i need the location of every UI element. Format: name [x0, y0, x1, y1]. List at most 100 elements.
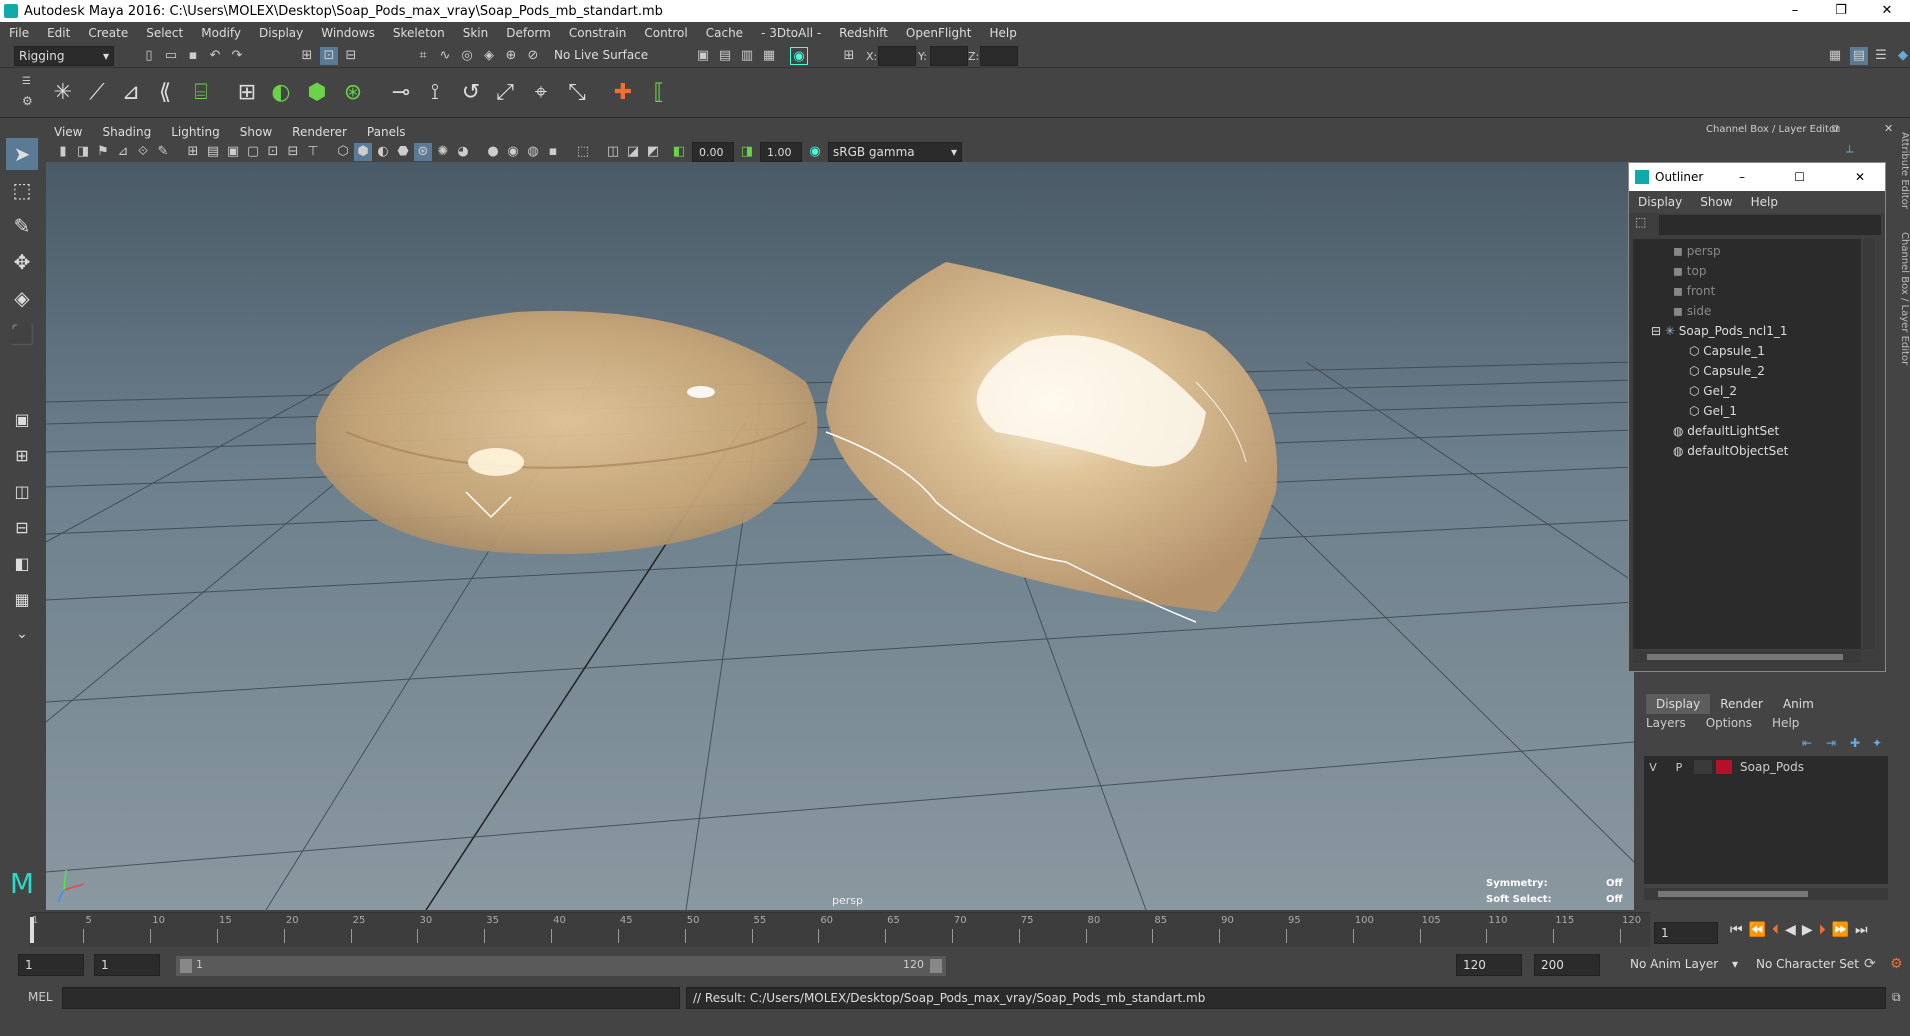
- outliner-hscroll-thumb[interactable]: [1647, 654, 1843, 660]
- locator-icon[interactable]: ✚: [608, 78, 638, 108]
- mirror-joint-icon[interactable]: ⟪: [150, 78, 180, 108]
- time-slider-track[interactable]: [30, 913, 1650, 947]
- snap-point-icon[interactable]: ◎: [458, 47, 476, 65]
- move-layer-down-icon[interactable]: ⇥: [1826, 736, 1836, 750]
- menu-openflight[interactable]: OpenFlight: [897, 26, 981, 40]
- soap-pod-left[interactable]: [316, 310, 818, 554]
- layer-name[interactable]: Soap_Pods: [1740, 760, 1804, 774]
- bookmark-icon[interactable]: ⚑: [94, 143, 112, 161]
- outliner-item-front[interactable]: ◼ front: [1673, 281, 1715, 301]
- outliner-minimize-button[interactable]: –: [1739, 170, 1745, 184]
- channel-box-toggle-icon[interactable]: ▤: [1850, 47, 1868, 65]
- image-plane-icon[interactable]: ⊿: [114, 143, 132, 161]
- current-time-marker[interactable]: [30, 917, 34, 943]
- new-scene-icon[interactable]: ▯: [140, 47, 158, 65]
- anim-prefs-icon[interactable]: ⚙: [1890, 956, 1903, 972]
- move-layer-up-icon[interactable]: ⇤: [1802, 736, 1812, 750]
- persp-outliner-icon[interactable]: ◧: [6, 548, 38, 580]
- layer-menu-help[interactable]: Help: [1772, 716, 1799, 730]
- layer-visibility-toggle[interactable]: V: [1644, 761, 1662, 774]
- film-gate-icon[interactable]: ▤: [204, 143, 222, 161]
- end-time-field[interactable]: 120: [1456, 954, 1522, 976]
- isolate-select-icon[interactable]: ⬚: [574, 143, 592, 161]
- outliner-hscrollbar[interactable]: [1633, 651, 1861, 663]
- y-field[interactable]: [930, 46, 968, 66]
- open-scene-icon[interactable]: ▭: [162, 47, 180, 65]
- menu-control[interactable]: Control: [635, 26, 696, 40]
- hypershade-layout-icon[interactable]: ▦: [6, 584, 38, 616]
- vp-menu-show[interactable]: Show: [230, 125, 282, 139]
- save-scene-icon[interactable]: ▪: [184, 47, 202, 65]
- persp-graph-icon[interactable]: ⊟: [6, 512, 38, 544]
- safe-title-icon[interactable]: ⊤: [304, 143, 322, 161]
- create-joint-icon[interactable]: ✳: [48, 78, 78, 108]
- outliner-filter-icon[interactable]: ⬚: [1635, 215, 1646, 229]
- step-forward-key-icon[interactable]: ⏵: [1819, 922, 1826, 938]
- outliner-search-input[interactable]: [1659, 215, 1881, 235]
- pole-vector-icon[interactable]: ⤡: [562, 78, 592, 108]
- start-time-field[interactable]: 1: [18, 954, 84, 976]
- four-view-icon[interactable]: ⊞: [6, 440, 38, 472]
- soap-pod-right[interactable]: [825, 262, 1278, 623]
- smooth-shade-icon[interactable]: ⬢: [354, 143, 372, 161]
- step-forward-icon[interactable]: ⏩: [1832, 922, 1849, 938]
- shelf-menu-icon[interactable]: ☰: [22, 76, 31, 87]
- vp-menu-renderer[interactable]: Renderer: [282, 125, 357, 139]
- menu-select[interactable]: Select: [137, 26, 192, 40]
- play-backward-icon[interactable]: ◀: [1785, 922, 1796, 938]
- vp-menu-view[interactable]: View: [44, 125, 92, 139]
- outliner-item-default-object-set[interactable]: ◍ defaultObjectSet: [1673, 441, 1788, 461]
- scale-constraint-icon[interactable]: ⤢: [490, 78, 520, 108]
- side-tab-attribute-editor[interactable]: Attribute Editor: [1899, 132, 1910, 209]
- go-to-end-icon[interactable]: ⏭: [1855, 922, 1868, 938]
- dof-icon[interactable]: ▪: [544, 143, 562, 161]
- parent-constraint-icon[interactable]: ⌖: [526, 78, 556, 108]
- outliner-item-capsule-2[interactable]: ⬡ Capsule_2: [1689, 361, 1765, 381]
- lasso-tool-icon[interactable]: ⬚: [6, 174, 38, 206]
- layer-color-swatch[interactable]: [1716, 760, 1732, 774]
- range-end-handle[interactable]: [930, 959, 942, 973]
- field-chart-icon[interactable]: ⊡: [264, 143, 282, 161]
- z-field[interactable]: [980, 46, 1018, 66]
- xray-icon[interactable]: ◫: [604, 143, 622, 161]
- select-hierarchy-icon[interactable]: ⊞: [298, 47, 316, 65]
- ipr-render-icon[interactable]: ▥: [738, 47, 756, 65]
- outliner-item-capsule-1[interactable]: ⬡ Capsule_1: [1689, 341, 1765, 361]
- point-constraint-icon[interactable]: ⊸: [386, 78, 416, 108]
- layer-menu-options[interactable]: Options: [1706, 716, 1752, 730]
- vp-menu-lighting[interactable]: Lighting: [161, 125, 230, 139]
- attribute-editor-icon[interactable]: ◆: [1894, 47, 1910, 65]
- step-back-icon[interactable]: ⏪: [1749, 922, 1766, 938]
- outliner-maximize-button[interactable]: ☐: [1794, 170, 1805, 184]
- tab-render[interactable]: Render: [1710, 694, 1773, 714]
- layer-display-type[interactable]: [1694, 760, 1712, 774]
- snap-surface-icon[interactable]: ⊕: [502, 47, 520, 65]
- render-settings-icon[interactable]: ▦: [760, 47, 778, 65]
- shelf-settings-icon[interactable]: ⚙: [22, 94, 33, 108]
- menu-windows[interactable]: Windows: [312, 26, 384, 40]
- undo-icon[interactable]: ↶: [206, 47, 224, 65]
- lattice-icon[interactable]: ⊞: [232, 78, 262, 108]
- color-management-icon[interactable]: ◉: [806, 143, 824, 161]
- move-tool-icon[interactable]: ✥: [6, 246, 38, 278]
- menu-modify[interactable]: Modify: [192, 26, 250, 40]
- wireframe-icon[interactable]: ⬡: [334, 143, 352, 161]
- anim-start-field[interactable]: 1: [94, 954, 160, 976]
- outliner-item-gel-2[interactable]: ⬡ Gel_2: [1689, 381, 1737, 401]
- aim-constraint-icon[interactable]: ⟟: [420, 78, 450, 108]
- tab-display[interactable]: Display: [1646, 694, 1711, 714]
- screen-space-ao-icon[interactable]: ●: [484, 143, 502, 161]
- layer-hscrollbar[interactable]: [1644, 888, 1888, 900]
- layer-row[interactable]: V P Soap_Pods: [1644, 756, 1888, 778]
- ik-handle-icon[interactable]: ⟋: [82, 78, 112, 108]
- script-editor-icon[interactable]: ⧉: [1892, 990, 1901, 1005]
- outliner-close-button[interactable]: ✕: [1855, 170, 1865, 184]
- outliner-vscrollbar[interactable]: [1863, 239, 1875, 649]
- outliner-item-side[interactable]: ◼ side: [1673, 301, 1711, 321]
- time-slider[interactable]: 1 5 10 15 20 25 30 35 40 45 50 55 60 65 70 75 80 85 90 95 10…: [30, 912, 1650, 947]
- new-layer-icon[interactable]: ✚: [1850, 736, 1860, 750]
- scene-render[interactable]: [46, 162, 1634, 910]
- range-start-handle[interactable]: [180, 959, 192, 973]
- menu-cache[interactable]: Cache: [697, 26, 752, 40]
- scale-tool-icon[interactable]: ⬛: [6, 318, 38, 350]
